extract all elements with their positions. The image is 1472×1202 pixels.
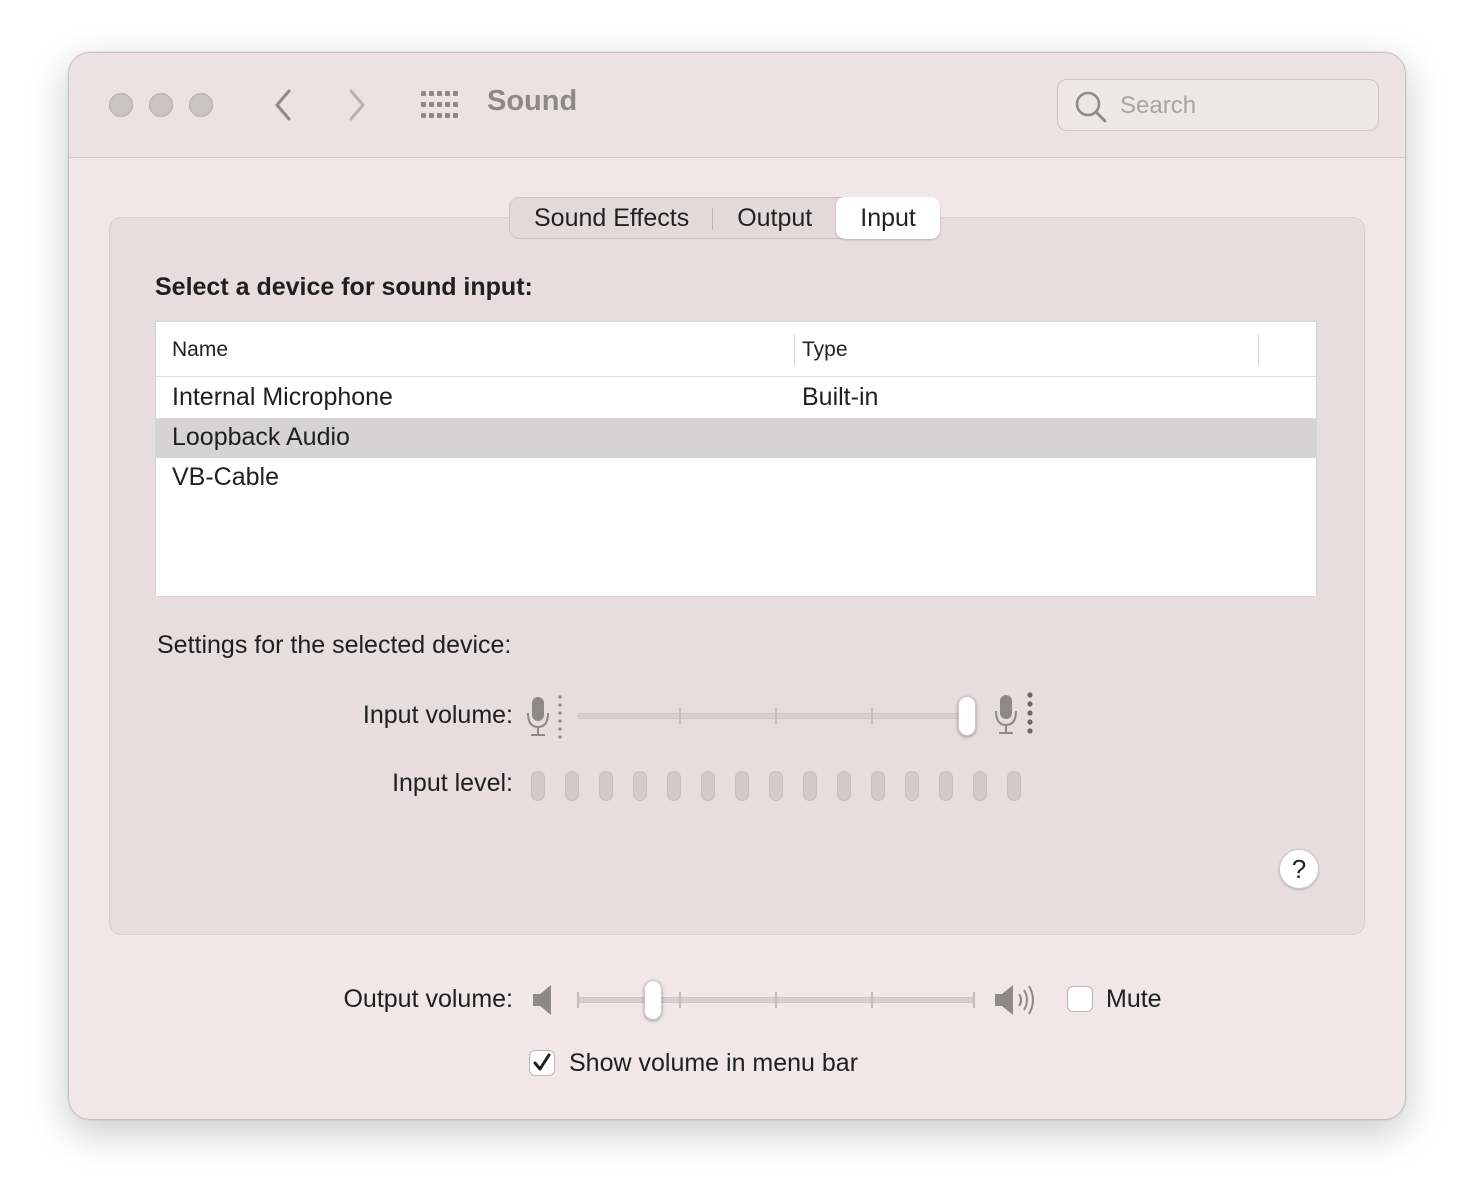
close-button[interactable] — [109, 93, 133, 117]
input-level-meter — [531, 771, 1031, 801]
show-volume-label: Show volume in menu bar — [569, 1049, 859, 1077]
device-name: Internal Microphone — [172, 383, 393, 411]
chevron-left-icon — [275, 89, 291, 121]
title-bar: Sound — [69, 53, 1405, 158]
device-name: Loopback Audio — [172, 423, 350, 451]
minimize-button[interactable] — [149, 93, 173, 117]
slider-tick — [679, 992, 681, 1008]
device-name: VB-Cable — [172, 463, 279, 491]
slider-tick — [775, 992, 777, 1008]
level-segment — [633, 771, 647, 801]
level-segment — [531, 771, 545, 801]
zoom-button[interactable] — [189, 93, 213, 117]
speaker-high-icon — [995, 985, 1034, 1015]
level-segment — [1007, 771, 1021, 801]
speaker-low-icon — [533, 985, 551, 1015]
tab-bar: Sound Effects Output Input — [509, 197, 940, 239]
slider-tick — [871, 992, 873, 1008]
input-volume-knob[interactable] — [958, 696, 976, 736]
output-volume-knob[interactable] — [643, 980, 662, 1020]
level-segment — [769, 771, 783, 801]
device-type: Built-in — [802, 383, 879, 411]
mic-low-icon — [527, 695, 562, 739]
column-header-name[interactable]: Name — [172, 338, 228, 362]
level-segment — [939, 771, 953, 801]
mute-label: Mute — [1106, 985, 1162, 1013]
forward-button[interactable] — [341, 87, 371, 123]
search-field[interactable] — [1057, 79, 1379, 131]
slider-tick — [973, 992, 975, 1008]
column-divider — [1258, 334, 1259, 364]
slider-tick — [775, 708, 777, 724]
table-row-selected[interactable]: Loopback Audio — [156, 418, 1316, 458]
column-header-type[interactable]: Type — [802, 338, 848, 362]
slider-tick — [679, 708, 681, 724]
grid-icon — [421, 91, 458, 118]
level-segment — [735, 771, 749, 801]
table-row[interactable]: Internal Microphone Built-in — [156, 378, 1316, 418]
mute-checkbox[interactable] — [1067, 986, 1093, 1012]
search-icon — [1075, 91, 1107, 123]
input-level-label: Input level: — [392, 769, 513, 797]
level-segment — [667, 771, 681, 801]
show-volume-checkbox[interactable] — [529, 1050, 555, 1076]
level-segment — [973, 771, 987, 801]
tab-output[interactable]: Output — [713, 198, 836, 238]
show-all-button[interactable] — [421, 91, 459, 119]
checkmark-icon — [533, 1053, 551, 1071]
system-preferences-window: Sound Sound Effects Output Input Select … — [68, 52, 1406, 1120]
level-segment — [599, 771, 613, 801]
level-segment — [837, 771, 851, 801]
column-divider — [794, 334, 795, 364]
mic-high-icon — [995, 692, 1033, 734]
tab-sound-effects[interactable]: Sound Effects — [510, 198, 714, 238]
back-button[interactable] — [269, 87, 299, 123]
level-segment — [871, 771, 885, 801]
help-button[interactable]: ? — [1279, 849, 1319, 889]
output-volume-label: Output volume: — [343, 985, 513, 1013]
slider-tick — [871, 708, 873, 724]
device-list-heading: Select a device for sound input: — [155, 273, 533, 301]
level-segment — [565, 771, 579, 801]
slider-tick — [577, 992, 579, 1008]
chevron-right-icon — [349, 89, 365, 121]
settings-heading: Settings for the selected device: — [157, 631, 512, 659]
tab-input[interactable]: Input — [836, 197, 940, 239]
level-segment — [803, 771, 817, 801]
slider-track — [577, 713, 963, 719]
window-title: Sound — [487, 85, 578, 117]
input-volume-label: Input volume: — [362, 701, 513, 729]
input-device-table[interactable]: Name Type Internal Microphone Built-in L… — [155, 321, 1317, 597]
level-segment — [701, 771, 715, 801]
level-segment — [905, 771, 919, 801]
search-input[interactable] — [1118, 90, 1362, 122]
table-header: Name Type — [156, 322, 1316, 377]
table-row[interactable]: VB-Cable — [156, 458, 1316, 498]
